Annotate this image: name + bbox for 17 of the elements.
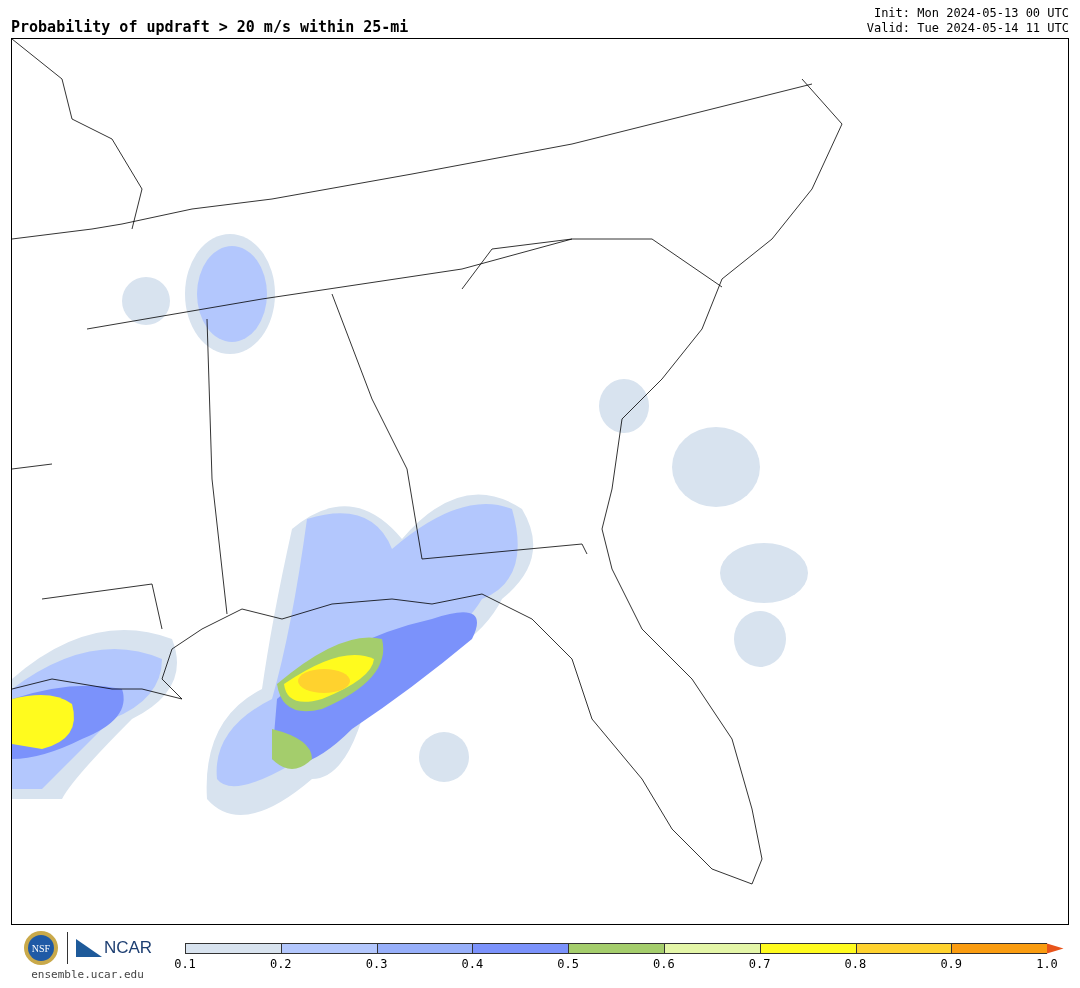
init-time: Init: Mon 2024-05-13 00 UTC xyxy=(873,6,1069,21)
tick-label: 0.9 xyxy=(940,957,963,971)
tick-label: 0.6 xyxy=(653,957,675,971)
tick-label: 0.2 xyxy=(269,957,292,971)
ncar-logo-icon xyxy=(75,939,102,957)
nsf-logo-icon: NSF xyxy=(22,930,59,966)
ncar-logo-text: NCAR xyxy=(103,938,153,958)
tick-label: 0.1 xyxy=(174,957,196,971)
tick-label: 0.8 xyxy=(844,957,867,971)
tick-label: 0.7 xyxy=(748,957,771,971)
tick-label: 0.4 xyxy=(461,957,484,971)
tick-label: 1.0 xyxy=(1036,957,1058,971)
website-url: ensemble.ucar.edu xyxy=(31,968,144,981)
tick-label: 0.3 xyxy=(365,957,388,971)
chart-title: Probability of updraft > 20 m/s within 25-mi xyxy=(11,18,409,36)
tick-label: 0.5 xyxy=(557,957,579,971)
valid-time: Valid: Tue 2024-05-14 11 UTC xyxy=(866,21,1069,36)
